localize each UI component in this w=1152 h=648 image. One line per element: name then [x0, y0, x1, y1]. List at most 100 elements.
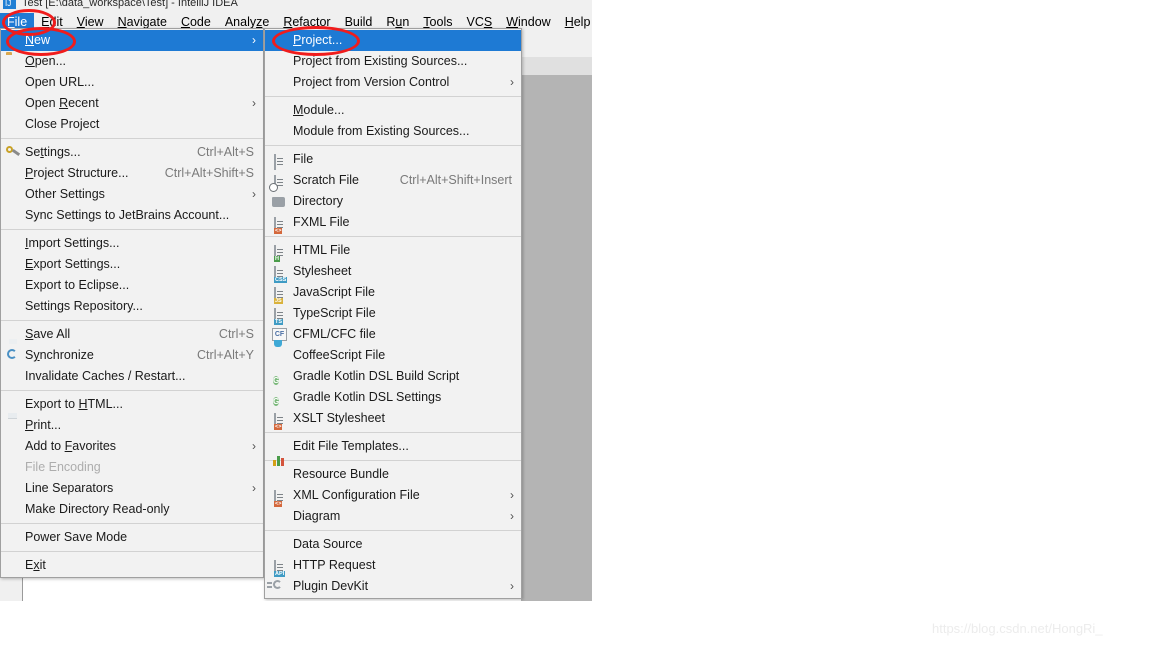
new-menu-item-gradle-kotlin-dsl-settings[interactable]: G Gradle Kotlin DSL Settings: [265, 387, 521, 408]
xml-config-icon: <>: [272, 488, 288, 507]
new-menu-item-html-file[interactable]: H HTML File: [265, 240, 521, 262]
file-menu-item-open-recent[interactable]: Open Recent ›: [1, 93, 263, 114]
folder-icon: [6, 54, 22, 69]
new-menu-item-project-from-version-control[interactable]: Project from Version Control ›: [265, 72, 521, 93]
menu-item-label: Close Project: [25, 117, 100, 131]
menu-item-label: Edit File Templates...: [293, 439, 409, 453]
file-menu-item-export-to-html[interactable]: Export to HTML...: [1, 394, 263, 415]
menu-item-label: Module from Existing Sources...: [293, 124, 470, 138]
menu-item-label: CFML/CFC file: [293, 327, 376, 341]
menu-separator: [265, 530, 521, 531]
menu-separator: [1, 320, 263, 321]
menu-item-shortcut: Ctrl+S: [218, 327, 254, 341]
file-menu-item-close-project[interactable]: Close Project: [1, 114, 263, 135]
file-menu-item-sync-settings-to-jetbrains-account[interactable]: Sync Settings to JetBrains Account...: [1, 205, 263, 226]
save-icon: [6, 327, 22, 342]
file-menu-panel[interactable]: New › Open... Open URL... Open Recent › Close …: [0, 28, 264, 578]
editor-empty-background: [520, 75, 592, 601]
menu-item-label: JavaScript File: [293, 285, 375, 299]
new-menu-item-edit-file-templates[interactable]: Edit File Templates...: [265, 436, 521, 457]
menu-item-label: Open...: [25, 54, 67, 68]
file-menu-item-settings-repository[interactable]: Settings Repository...: [1, 296, 263, 317]
xslt-file-icon: <>: [272, 411, 288, 430]
new-menu-item-module[interactable]: Module...: [265, 100, 521, 121]
new-menu-item-javascript-file[interactable]: JS JavaScript File: [265, 282, 521, 304]
new-menu-item-fxml-file[interactable]: <> FXML File: [265, 212, 521, 234]
menu-item-label: XSLT Stylesheet: [293, 411, 385, 425]
menu-item-label: Settings Repository...: [25, 299, 143, 313]
menu-item-label: Stylesheet: [293, 264, 352, 278]
menu-item-label: Sync Settings to JetBrains Account...: [25, 208, 230, 222]
new-menu-item-coffeescript-file[interactable]: CoffeeScript File: [265, 345, 521, 366]
file-menu-item-make-directory-read-only[interactable]: Make Directory Read-only: [1, 499, 263, 520]
new-menu-item-file[interactable]: File: [265, 149, 521, 170]
new-menu-item-directory[interactable]: Directory: [265, 191, 521, 212]
file-icon: [272, 152, 288, 170]
menu-separator: [1, 523, 263, 524]
new-menu-item-gradle-kotlin-dsl-build-script[interactable]: G Gradle Kotlin DSL Build Script: [265, 366, 521, 387]
file-menu-item-synchronize[interactable]: Synchronize Ctrl+Alt+Y: [1, 345, 263, 366]
menu-item-label: HTTP Request: [293, 558, 376, 572]
menu-item-label: Module...: [293, 103, 345, 117]
file-menu-item-other-settings[interactable]: Other Settings ›: [1, 184, 263, 205]
menu-item-shortcut: Ctrl+Alt+Y: [197, 348, 254, 362]
menu-item-label: Line Separators: [25, 481, 114, 495]
new-menu-item-data-source[interactable]: Data Source: [265, 534, 521, 555]
file-menu-item-print[interactable]: Print...: [1, 415, 263, 436]
editor-tab-strip: [520, 57, 592, 76]
new-menu-item-project-from-existing-sources[interactable]: Project from Existing Sources...: [265, 51, 521, 72]
new-menu-item-resource-bundle[interactable]: Resource Bundle: [265, 456, 521, 485]
chevron-right-icon: ›: [252, 96, 256, 110]
file-menu-item-save-all[interactable]: Save All Ctrl+S: [1, 324, 263, 345]
chevron-right-icon: ›: [252, 33, 256, 47]
menu-item-label: Data Source: [293, 537, 363, 551]
file-menu-item-project-structure[interactable]: Project Structure... Ctrl+Alt+Shift+S: [1, 163, 263, 184]
file-menu-item-line-separators[interactable]: Line Separators ›: [1, 478, 263, 499]
file-menu-item-export-settings[interactable]: Export Settings...: [1, 254, 263, 275]
new-menu-item-plugin-devkit[interactable]: Plugin DevKit ›: [265, 576, 521, 597]
printer-icon: [6, 418, 22, 433]
svg-text:IJ: IJ: [5, 0, 11, 8]
file-menu-item-export-to-eclipse[interactable]: Export to Eclipse...: [1, 275, 263, 296]
menu-item-shortcut: Ctrl+Alt+Shift+S: [164, 166, 254, 180]
menu-item-label: XML Configuration File: [293, 488, 420, 502]
file-menu-item-exit[interactable]: Exit: [1, 555, 263, 576]
menu-item-label: Gradle Kotlin DSL Build Script: [293, 369, 460, 383]
file-menu-item-invalidate-caches-restart[interactable]: Invalidate Caches / Restart...: [1, 366, 263, 387]
new-menu-item-typescript-file[interactable]: TS TypeScript File: [265, 303, 521, 325]
file-menu-item-new[interactable]: New ›: [1, 30, 263, 51]
menubar-item-help[interactable]: Help: [558, 13, 592, 32]
menu-item-label: Gradle Kotlin DSL Settings: [293, 390, 442, 404]
menu-separator: [265, 432, 521, 433]
new-menu-item-scratch-file[interactable]: Scratch File Ctrl+Alt+Shift+Insert: [265, 170, 521, 192]
new-menu-item-stylesheet[interactable]: CSS Stylesheet: [265, 261, 521, 283]
new-menu-item-cfml-cfc-file[interactable]: CF CFML/CFC file: [265, 324, 521, 345]
coffeescript-file-icon: [272, 348, 288, 363]
chevron-right-icon: ›: [252, 187, 256, 201]
new-menu-item-http-request[interactable]: API HTTP Request: [265, 555, 521, 577]
menu-item-label: File Encoding: [25, 460, 101, 474]
file-menu-item-open-url[interactable]: Open URL...: [1, 72, 263, 93]
menu-separator: [1, 390, 263, 391]
file-menu-item-settings[interactable]: Settings... Ctrl+Alt+S: [1, 142, 263, 163]
css-file-icon: CSS: [272, 264, 288, 283]
new-menu-item-diagram[interactable]: Diagram ›: [265, 506, 521, 527]
menu-item-label: Print...: [25, 418, 62, 432]
file-menu-item-open[interactable]: Open...: [1, 51, 263, 72]
menu-item-label: Project...: [293, 33, 343, 47]
new-menu-item-xml-configuration-file[interactable]: <> XML Configuration File ›: [265, 485, 521, 507]
new-submenu-panel[interactable]: Project... Project from Existing Sources.…: [264, 28, 522, 599]
chevron-right-icon: ›: [510, 579, 514, 593]
new-menu-item-project[interactable]: Project...: [265, 30, 521, 51]
menu-item-label: Exit: [25, 558, 46, 572]
chevron-right-icon: ›: [510, 75, 514, 89]
file-menu-item-add-to-favorites[interactable]: Add to Favorites ›: [1, 436, 263, 457]
new-menu-item-module-from-existing-sources[interactable]: Module from Existing Sources...: [265, 121, 521, 142]
file-menu-item-power-save-mode[interactable]: Power Save Mode: [1, 527, 263, 548]
new-menu-item-xslt-stylesheet[interactable]: <> XSLT Stylesheet: [265, 408, 521, 430]
menu-item-label: New: [25, 33, 51, 47]
menu-separator: [265, 145, 521, 146]
menu-item-label: Invalidate Caches / Restart...: [25, 369, 186, 383]
file-menu-item-import-settings[interactable]: Import Settings...: [1, 233, 263, 254]
menu-separator: [265, 96, 521, 97]
